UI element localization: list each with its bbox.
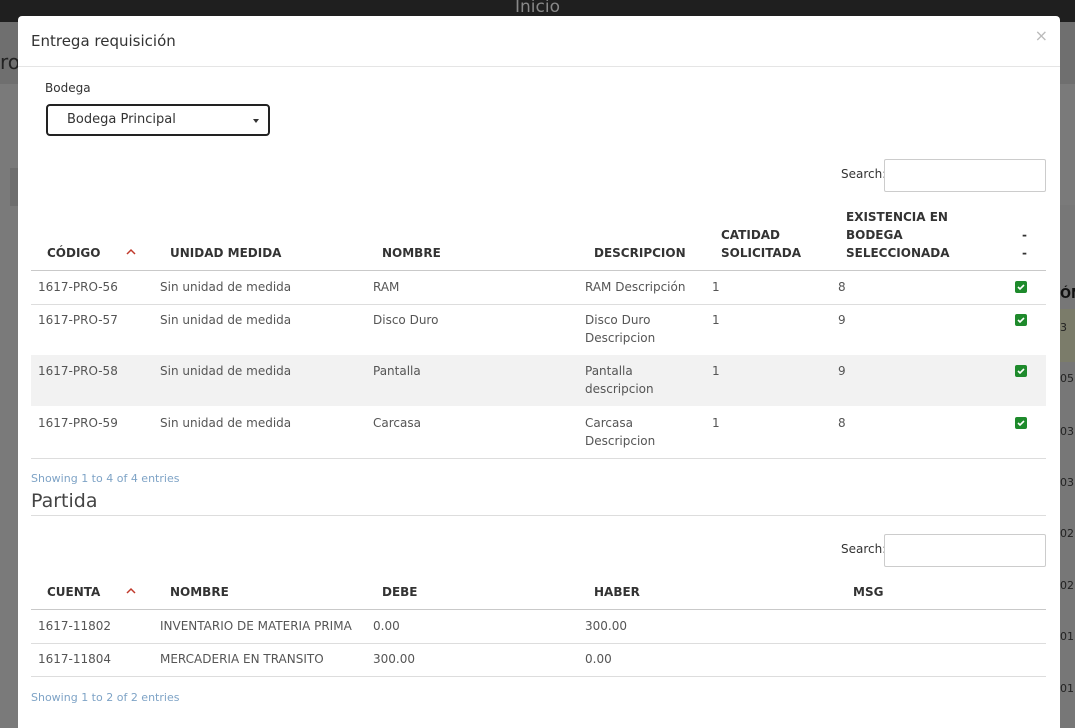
cell-nombre: Disco Duro (373, 313, 439, 327)
cell-existencia: 9 (838, 313, 846, 327)
background-table-cell: 02 (1060, 579, 1074, 592)
check-icon (1017, 420, 1025, 427)
column-header-existencia[interactable]: EXISTENCIA EN BODEGA SELECCIONADA (846, 208, 950, 262)
cell-cuenta: 1617-11804 (38, 652, 112, 666)
cell-debe: 0.00 (373, 619, 400, 633)
cell-descripcion: Disco Duro Descripcion (585, 313, 656, 345)
caret-down-icon (253, 119, 259, 123)
header-line: EXISTENCIA EN (846, 210, 948, 224)
section-divider (31, 515, 1046, 516)
cell-cantidad: 1 (712, 313, 720, 327)
background-table-cell: 05 (1060, 372, 1074, 385)
cell-nombre: Pantalla (373, 364, 421, 378)
column-header-select: - - (1022, 226, 1027, 262)
partida-table-info: Showing 1 to 2 of 2 entries (31, 691, 180, 704)
check-icon (1017, 368, 1025, 375)
cell-unidad: Sin unidad de medida (160, 280, 292, 294)
table-header-divider (31, 609, 1046, 610)
products-search-input[interactable] (884, 159, 1046, 192)
background-table-cell: 01 (1060, 682, 1074, 695)
row-divider (31, 458, 1046, 459)
cell-unidad: Sin unidad de medida (160, 416, 292, 430)
column-header-unidad-medida[interactable]: UNIDAD MEDIDA (170, 244, 281, 262)
cell-cantidad: 1 (712, 364, 720, 378)
partida-search-label: Search: (841, 542, 887, 556)
background-table-cell: 3 (1060, 309, 1075, 362)
cell-descripcion: RAM Descripción (585, 280, 686, 294)
partida-title: Partida (31, 490, 98, 512)
cell-debe: 300.00 (373, 652, 415, 666)
cell-descripcion: Pantalla descripcion (585, 364, 654, 396)
background-table-cell: 01 (1060, 630, 1074, 643)
cell-codigo: 1617-PRO-56 (38, 280, 118, 294)
column-header-nombre[interactable]: NOMBRE (382, 244, 441, 262)
products-search-label: Search: (841, 167, 887, 181)
cell-nombre: RAM (373, 280, 400, 294)
header-line: BODEGA (846, 228, 903, 242)
cell-cantidad: 1 (712, 416, 720, 430)
cell-existencia: 8 (838, 280, 846, 294)
row-checkbox[interactable] (1015, 314, 1027, 326)
row-divider (31, 304, 1046, 305)
products-table-info: Showing 1 to 4 of 4 entries (31, 472, 180, 485)
cell-cantidad: 1 (712, 280, 720, 294)
cell-unidad: Sin unidad de medida (160, 364, 292, 378)
cell-haber: 300.00 (585, 619, 627, 633)
partida-search-input[interactable] (884, 534, 1046, 567)
table-header-divider (31, 270, 1046, 271)
cell-nombre: INVENTARIO DE MATERIA PRIMA (160, 619, 352, 633)
row-checkbox[interactable] (1015, 365, 1027, 377)
cell-cuenta: 1617-11802 (38, 619, 112, 633)
column-header-haber[interactable]: HABER (594, 583, 640, 601)
check-icon (1017, 284, 1025, 291)
column-header-nombre[interactable]: NOMBRE (170, 583, 229, 601)
cell-codigo: 1617-PRO-58 (38, 364, 118, 378)
column-header-cantidad-solicitada[interactable]: CATIDAD SOLICITADA (721, 226, 801, 262)
cell-existencia: 9 (838, 364, 846, 378)
column-header-cuenta[interactable]: CUENTA (47, 583, 100, 601)
cell-codigo: 1617-PRO-59 (38, 416, 118, 430)
cell-existencia: 8 (838, 416, 846, 430)
background-table-cell: 03 (1060, 476, 1074, 489)
chevron-up-icon[interactable] (126, 587, 136, 595)
background-table-cell: 03 (1060, 425, 1074, 438)
modal-title: Entrega requisición (31, 32, 176, 50)
check-icon (1017, 317, 1025, 324)
cell-unidad: Sin unidad de medida (160, 313, 292, 327)
background-table-edge (1060, 205, 1075, 728)
header-line: SELECCIONADA (846, 246, 950, 260)
column-header-debe[interactable]: DEBE (382, 583, 418, 601)
cell-nombre: Carcasa (373, 416, 421, 430)
chevron-up-icon[interactable] (126, 248, 136, 256)
background-table-header: ÓN (1060, 287, 1075, 302)
entrega-requisicion-modal: Entrega requisición × Bodega Bodega Prin… (18, 16, 1060, 728)
bodega-select-value: Bodega Principal (67, 112, 176, 127)
close-icon[interactable]: × (1035, 28, 1048, 44)
row-checkbox[interactable] (1015, 281, 1027, 293)
header-line: SOLICITADA (721, 246, 802, 260)
header-line: CATIDAD (721, 228, 781, 242)
bodega-label: Bodega (45, 81, 91, 95)
row-divider (31, 643, 1046, 644)
column-header-descripcion[interactable]: DESCRIPCION (594, 244, 686, 262)
bodega-select[interactable]: Bodega Principal (46, 104, 270, 136)
header-line: - (1022, 246, 1027, 260)
modal-header: Entrega requisición × (18, 16, 1060, 67)
topbar-title: Inicio (515, 0, 560, 17)
row-divider (31, 676, 1046, 677)
row-checkbox[interactable] (1015, 417, 1027, 429)
column-header-msg[interactable]: MSG (853, 583, 883, 601)
cell-codigo: 1617-PRO-57 (38, 313, 118, 327)
column-header-codigo[interactable]: CÓDIGO (47, 244, 100, 262)
background-button (10, 168, 18, 206)
cell-descripcion: Carcasa Descripcion (585, 416, 656, 448)
header-line: - (1022, 228, 1027, 242)
background-table-cell: 02 (1060, 527, 1074, 540)
cell-nombre: MERCADERIA EN TRANSITO (160, 652, 324, 666)
cell-haber: 0.00 (585, 652, 612, 666)
